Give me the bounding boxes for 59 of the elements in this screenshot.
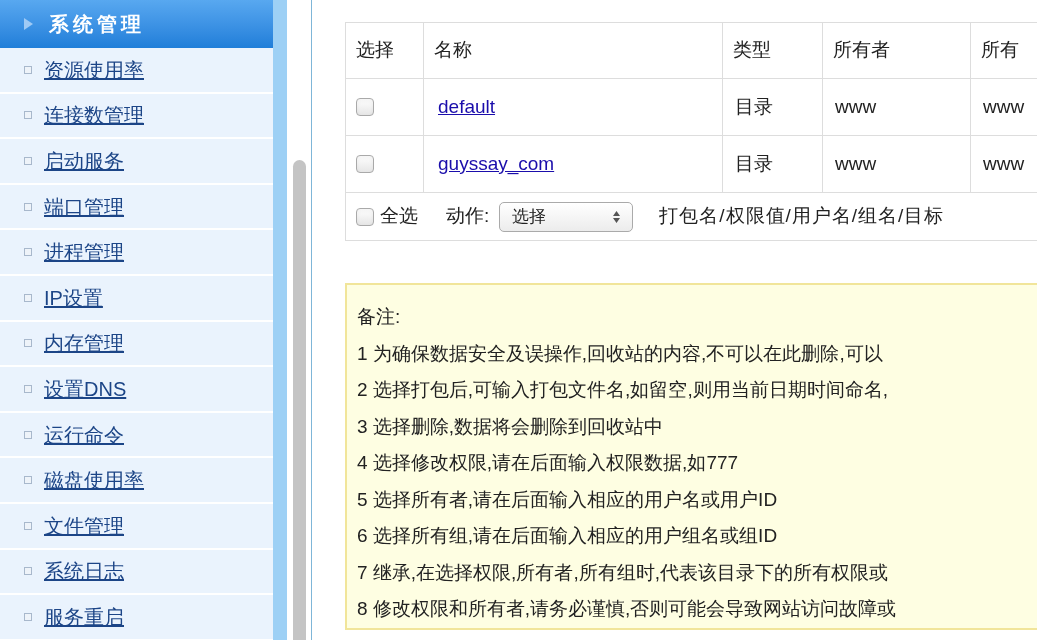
sidebar-link[interactable]: IP设置 <box>44 282 103 313</box>
sidebar-link[interactable]: 资源使用率 <box>44 54 144 85</box>
checkbox[interactable] <box>356 98 374 116</box>
column-header: 选择 <box>346 23 424 78</box>
table-cell: www <box>823 136 971 192</box>
note-line: 4 选择修改权限,请在后面输入权限数据,如777 <box>357 451 740 475</box>
updown-icon <box>613 210 621 223</box>
sidebar-link[interactable]: 服务重启 <box>44 601 124 632</box>
bullet-icon <box>24 612 32 621</box>
note-line: 2 选择打包后,可输入打包文件名,如留空,则用当前日期时间命名, <box>357 378 889 402</box>
scrollbar-thumb[interactable] <box>292 160 306 640</box>
hint-text: 打包名/权限值/用户名/组名/目标 <box>659 204 945 229</box>
column-header: 所有 <box>980 38 1020 63</box>
bullet-icon <box>24 293 32 302</box>
table-cell: www <box>823 79 971 135</box>
notes-title: 备注: <box>357 305 402 329</box>
sidebar-link[interactable]: 文件管理 <box>44 510 124 541</box>
table-cell-text: www <box>982 94 1026 119</box>
note-line: 1 为确保数据安全及误操作,回收站的内容,不可以在此删除,可以 <box>357 341 884 366</box>
select-all-label: 全选 <box>380 204 418 229</box>
table-cell: 目录 <box>723 136 823 192</box>
bullet-icon <box>24 157 32 165</box>
note-line: 8 修改权限和所有者,请务必谨慎,否则可能会导致网站访问故障或 <box>357 597 898 621</box>
sidebar-link[interactable]: 端口管理 <box>44 191 124 222</box>
note-line: 6 选择所有组,请在后面输入相应的用户组名或组ID <box>357 524 779 548</box>
table-cell-text: www <box>982 151 1026 176</box>
triangle-icon <box>24 18 33 30</box>
column-header: 名称 <box>424 23 723 78</box>
bullet-icon <box>24 521 32 530</box>
bullet-icon <box>24 339 32 348</box>
action-select[interactable]: 选择 <box>499 201 634 232</box>
action-label: 动作: <box>446 204 490 229</box>
sidebar-link[interactable]: 磁盘使用率 <box>44 465 144 496</box>
bullet-icon <box>24 430 32 439</box>
bullet-icon <box>24 65 32 74</box>
note-line: 5 选择所有者,请在后面输入相应的用户名或用户ID <box>357 487 779 512</box>
bullet-icon <box>24 202 32 211</box>
section-title: 系统管理 <box>49 12 145 37</box>
column-header: 类型 <box>723 23 823 78</box>
bullet-icon <box>24 384 32 393</box>
table-cell: 目录 <box>723 79 823 135</box>
bullet-icon <box>24 567 32 576</box>
checkbox[interactable] <box>356 207 374 226</box>
sidebar-link[interactable]: 设置DNS <box>44 373 127 404</box>
sidebar-link[interactable]: 内存管理 <box>44 328 124 359</box>
bullet-icon <box>24 111 32 120</box>
sidebar-link[interactable]: 运行命令 <box>44 419 124 450</box>
sidebar-link[interactable]: 启动服务 <box>44 146 124 176</box>
bullet-icon <box>24 476 32 485</box>
folder-link[interactable]: default <box>438 92 496 122</box>
sidebar-link[interactable]: 连接数管理 <box>44 100 144 131</box>
sidebar-link[interactable]: 进程管理 <box>44 237 124 268</box>
bullet-icon <box>24 248 32 257</box>
note-line: 3 选择删除,数据将会删除到回收站中 <box>357 414 665 439</box>
checkbox[interactable] <box>356 155 374 173</box>
folder-link[interactable]: guyssay_com <box>438 149 555 179</box>
sidebar-link[interactable]: 系统日志 <box>44 556 124 587</box>
note-line: 7 继承,在选择权限,所有者,所有组时,代表该目录下的所有权限或 <box>357 560 889 585</box>
column-header: 所有者 <box>823 23 971 78</box>
